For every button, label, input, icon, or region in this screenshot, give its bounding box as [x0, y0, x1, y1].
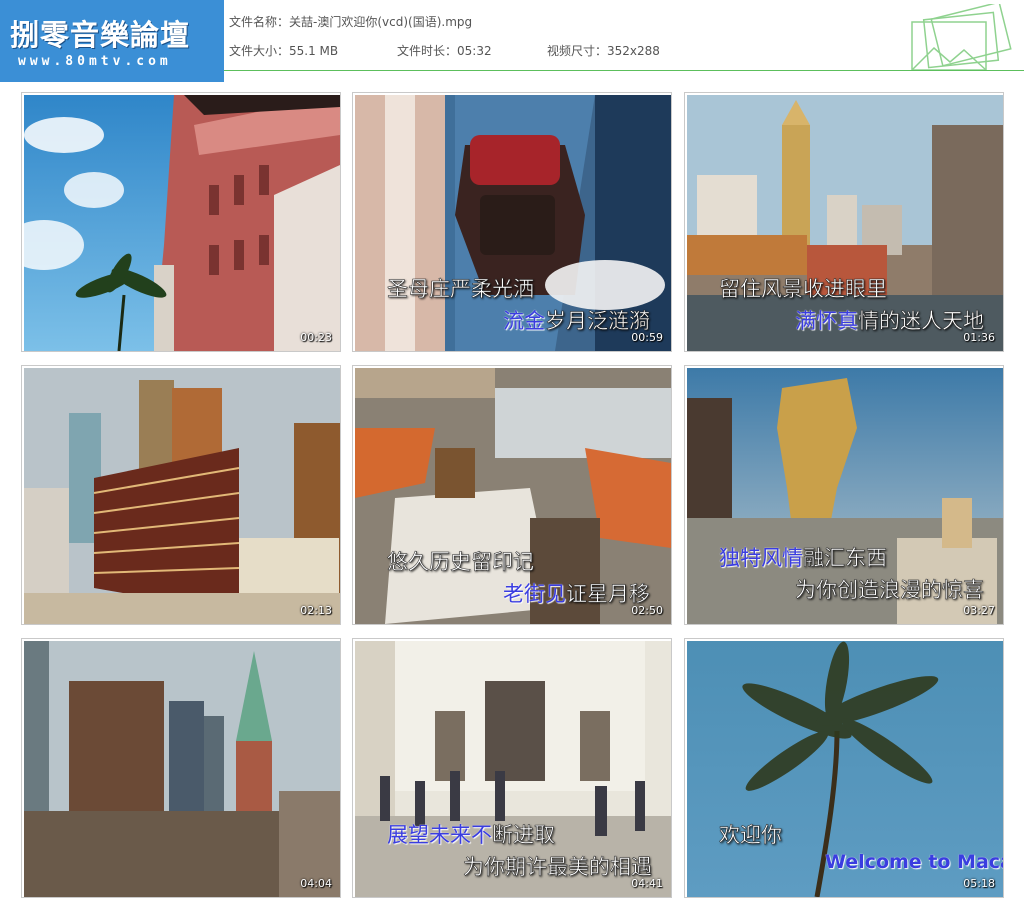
timestamp: 00:59 [631, 331, 663, 344]
thumbnail-frame[interactable]: 欢迎你 Welcome to Macau 05:18 [684, 638, 1004, 898]
file-size: 文件大小：55.1 MB [229, 42, 338, 59]
logo-title: 捌零音樂論壇 [10, 18, 191, 52]
file-name-label: 文件名称： [229, 15, 290, 29]
photo-stack-icon [911, 4, 1012, 71]
file-duration: 文件时长：05:32 [397, 42, 492, 59]
lyric-line-2: 流金岁月泛涟漪 [503, 309, 650, 334]
timestamp: 00:23 [300, 331, 332, 344]
timestamp: 05:18 [963, 877, 995, 890]
thumbnail-image [24, 95, 340, 351]
header: 捌零音樂論壇 www.80mtv.com 文件名称：关喆-澳门欢迎你(vcd)(… [0, 0, 1024, 84]
lyric-line-2: 满怀真情的迷人天地 [795, 309, 984, 334]
lyric-line-2: Welcome to Macau [825, 851, 1003, 873]
video-dimension: 视频尺寸：352x288 [547, 42, 660, 59]
timestamp: 04:04 [300, 877, 332, 890]
file-duration-label: 文件时长： [397, 44, 458, 58]
file-name-value: 关喆-澳门欢迎你(vcd)(国语).mpg [289, 15, 473, 29]
timestamp: 04:41 [631, 877, 663, 890]
timestamp: 02:50 [631, 604, 663, 617]
header-divider [224, 70, 1024, 71]
thumbnail-frame[interactable]: 02:13 [21, 365, 341, 625]
lyric-line-2: 老街见证星月移 [503, 582, 650, 607]
file-name: 文件名称：关喆-澳门欢迎你(vcd)(国语).mpg [229, 13, 472, 30]
video-dimension-label: 视频尺寸： [547, 44, 608, 58]
site-logo: 捌零音樂論壇 www.80mtv.com [0, 0, 224, 82]
thumbnail-frame[interactable]: 展望未来不断进取 为你期许最美的相遇 04:41 [352, 638, 672, 898]
lyric-line-1: 展望未来不断进取 [387, 823, 555, 848]
thumbnail-frame[interactable]: 独特风情融汇东西 为你创造浪漫的惊喜 03:27 [684, 365, 1004, 625]
thumbnail-frame[interactable]: 圣母庄严柔光洒 流金岁月泛涟漪 00:59 [352, 92, 672, 352]
logo-url: www.80mtv.com [18, 54, 172, 69]
thumbnail-frame[interactable]: 悠久历史留印记 老街见证星月移 02:50 [352, 365, 672, 625]
thumbnail-image [24, 641, 340, 897]
timestamp: 02:13 [300, 604, 332, 617]
lyric-line-1: 独特风情融汇东西 [719, 546, 887, 571]
file-duration-value: 05:32 [457, 44, 492, 58]
thumbnail-frame[interactable]: 00:23 [21, 92, 341, 352]
video-dimension-value: 352x288 [607, 44, 660, 58]
file-size-value: 55.1 MB [289, 44, 339, 58]
timestamp: 01:36 [963, 331, 995, 344]
thumbnail-frame[interactable]: 04:04 [21, 638, 341, 898]
file-size-label: 文件大小： [229, 44, 290, 58]
lyric-line-2: 为你创造浪漫的惊喜 [795, 578, 985, 603]
thumbnail-image [24, 368, 340, 624]
lyric-line-1: 留住风景收进眼里 [719, 277, 888, 302]
thumbnail-frame[interactable]: 留住风景收进眼里 满怀真情的迷人天地 01:36 [684, 92, 1004, 352]
lyric-line-1: 圣母庄严柔光洒 [387, 277, 535, 302]
lyric-line-2: 为你期许最美的相遇 [463, 855, 653, 880]
lyric-line-1: 悠久历史留印记 [387, 550, 535, 575]
timestamp: 03:27 [963, 604, 995, 617]
lyric-line-1: 欢迎你 [719, 823, 783, 848]
